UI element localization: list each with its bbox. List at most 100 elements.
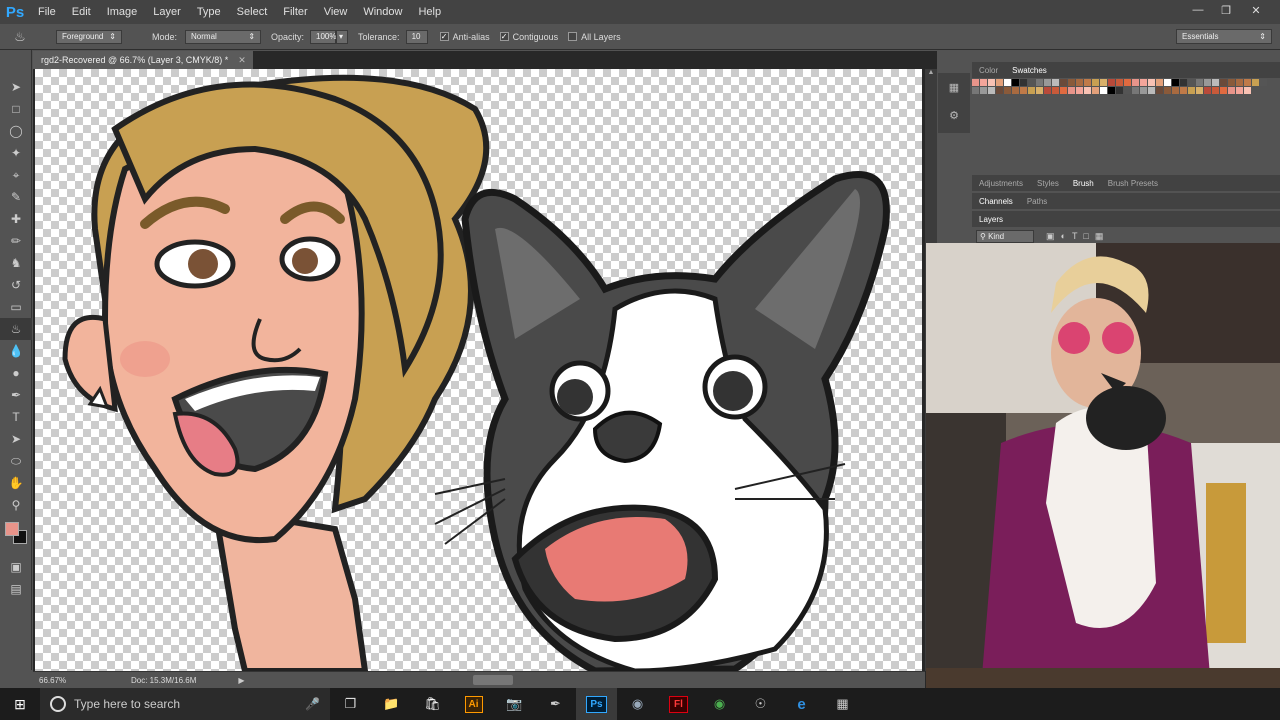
swatch-chip[interactable] xyxy=(1132,79,1139,86)
tab-color[interactable]: Color xyxy=(972,66,1005,75)
fill-source-select[interactable]: Foreground ⇕ xyxy=(56,29,122,44)
mode-select[interactable]: Normal ⇕ xyxy=(185,29,262,44)
file-explorer-icon[interactable]: 📁 xyxy=(371,688,412,720)
swatch-chip[interactable] xyxy=(1140,87,1147,94)
swatch-chip[interactable] xyxy=(1068,87,1075,94)
tab-brush[interactable]: Brush xyxy=(1066,179,1101,188)
swatch-chip[interactable] xyxy=(1116,87,1123,94)
swatch-chip[interactable] xyxy=(1044,79,1051,86)
swatch-grid[interactable] xyxy=(972,79,1272,95)
swatch-chip[interactable] xyxy=(980,87,987,94)
settings-app-icon[interactable]: ☉ xyxy=(740,688,781,720)
swatch-chip[interactable] xyxy=(1004,87,1011,94)
swatch-chip[interactable] xyxy=(1236,87,1243,94)
tab-brush-presets[interactable]: Brush Presets xyxy=(1101,179,1165,188)
swatch-chip[interactable] xyxy=(1260,79,1267,86)
menu-filter[interactable]: Filter xyxy=(275,6,315,18)
blur-tool-icon[interactable]: 💧 xyxy=(0,340,32,362)
swatch-chip[interactable] xyxy=(1180,79,1187,86)
pen-app-icon[interactable]: ✒ xyxy=(535,688,576,720)
marquee-tool-icon[interactable]: □ xyxy=(0,98,32,120)
illustrator-icon[interactable]: Ai xyxy=(453,688,494,720)
menu-edit[interactable]: Edit xyxy=(64,6,99,18)
swatch-chip[interactable] xyxy=(1076,79,1083,86)
windows-start-icon[interactable]: ⊞ xyxy=(0,688,40,720)
swatch-chip[interactable] xyxy=(1084,87,1091,94)
swatch-chip[interactable] xyxy=(1052,87,1059,94)
document-tab[interactable]: rgd2-Recovered @ 66.7% (Layer 3, CMYK/8)… xyxy=(33,51,253,69)
swatch-chip[interactable] xyxy=(1020,87,1027,94)
swatch-chip[interactable] xyxy=(996,87,1003,94)
path-select-icon[interactable]: ➤ xyxy=(0,428,32,450)
swatch-chip[interactable] xyxy=(1156,87,1163,94)
menu-window[interactable]: Window xyxy=(355,6,410,18)
microphone-icon[interactable]: 🎤 xyxy=(305,697,320,711)
swatch-chip[interactable] xyxy=(1220,87,1227,94)
paint-bucket-tool-icon[interactable]: ♨ xyxy=(0,318,32,340)
quick-mask-icon[interactable]: ▣ xyxy=(0,556,32,578)
swatch-chip[interactable] xyxy=(1044,87,1051,94)
history-brush-icon[interactable]: ↺ xyxy=(0,274,32,296)
type-tool-icon[interactable]: T xyxy=(0,406,32,428)
tab-styles[interactable]: Styles xyxy=(1030,179,1066,188)
healing-brush-icon[interactable]: ✚ xyxy=(0,208,32,230)
swatch-chip[interactable] xyxy=(1076,87,1083,94)
swatch-chip[interactable] xyxy=(972,87,979,94)
crop-tool-icon[interactable]: ⌖ xyxy=(0,164,32,186)
canvas[interactable] xyxy=(35,69,922,671)
swatch-chip[interactable] xyxy=(1124,87,1131,94)
chrome-icon[interactable]: ◉ xyxy=(699,688,740,720)
swatch-chip[interactable] xyxy=(1092,87,1099,94)
camera-icon[interactable]: 📷 xyxy=(494,688,535,720)
swatch-chip[interactable] xyxy=(1084,79,1091,86)
swatch-chip[interactable] xyxy=(1172,79,1179,86)
swatch-chip[interactable] xyxy=(1204,87,1211,94)
tab-channels[interactable]: Channels xyxy=(972,197,1020,206)
foreground-color-swatch[interactable] xyxy=(5,522,19,536)
swatch-chip[interactable] xyxy=(1060,87,1067,94)
menu-select[interactable]: Select xyxy=(229,6,276,18)
swatch-chip[interactable] xyxy=(1004,79,1011,86)
zoom-level[interactable]: 66.67% xyxy=(33,676,73,685)
tab-layers[interactable]: Layers xyxy=(972,215,1010,224)
restore-icon[interactable]: ❐ xyxy=(1212,0,1240,20)
swatch-chip[interactable] xyxy=(1196,87,1203,94)
horizontal-scroll-thumb[interactable] xyxy=(473,675,513,685)
tolerance-input[interactable]: 10 xyxy=(405,29,428,44)
dodge-tool-icon[interactable]: ● xyxy=(0,362,32,384)
swatch-chip[interactable] xyxy=(1236,79,1243,86)
swatch-chip[interactable] xyxy=(1212,79,1219,86)
swatch-chip[interactable] xyxy=(1148,87,1155,94)
menu-type[interactable]: Type xyxy=(189,6,229,18)
swatch-chip[interactable] xyxy=(1180,87,1187,94)
swatch-chip[interactable] xyxy=(1092,79,1099,86)
zoom-tool-icon[interactable]: ⚲ xyxy=(0,494,32,516)
paint-app-icon[interactable]: ◉ xyxy=(617,688,658,720)
swatch-chip[interactable] xyxy=(988,79,995,86)
swatch-chip[interactable] xyxy=(1140,79,1147,86)
workspace-select[interactable]: Essentials ⇕ xyxy=(1176,29,1272,44)
hand-tool-icon[interactable]: ✋ xyxy=(0,472,32,494)
minimize-icon[interactable]: — xyxy=(1184,0,1212,20)
app-window-icon[interactable]: ▦ xyxy=(822,688,863,720)
swatch-chip[interactable] xyxy=(1028,87,1035,94)
contiguous-checkbox[interactable]: ✓ xyxy=(499,32,509,41)
all-layers-checkbox[interactable] xyxy=(568,32,578,41)
doc-size[interactable]: Doc: 15.3M/16.6M xyxy=(131,676,196,685)
properties-icon[interactable]: ⚙ xyxy=(938,101,970,129)
flash-icon[interactable]: Fl xyxy=(658,688,699,720)
menu-view[interactable]: View xyxy=(316,6,356,18)
swatch-chip[interactable] xyxy=(1164,79,1171,86)
opacity-input[interactable]: 100% xyxy=(310,29,337,44)
swatch-chip[interactable] xyxy=(1244,79,1251,86)
swatch-chip[interactable] xyxy=(1188,87,1195,94)
store-icon[interactable]: 🛍 xyxy=(412,688,453,720)
swatch-chip[interactable] xyxy=(1220,79,1227,86)
swatch-chip[interactable] xyxy=(1108,79,1115,86)
swatch-chip[interactable] xyxy=(1068,79,1075,86)
swatch-chip[interactable] xyxy=(1204,79,1211,86)
swatch-chip[interactable] xyxy=(1036,79,1043,86)
swatch-chip[interactable] xyxy=(980,79,987,86)
opacity-dropdown-icon[interactable]: ▾ xyxy=(336,29,349,44)
task-view-icon[interactable]: ❐ xyxy=(330,688,371,720)
